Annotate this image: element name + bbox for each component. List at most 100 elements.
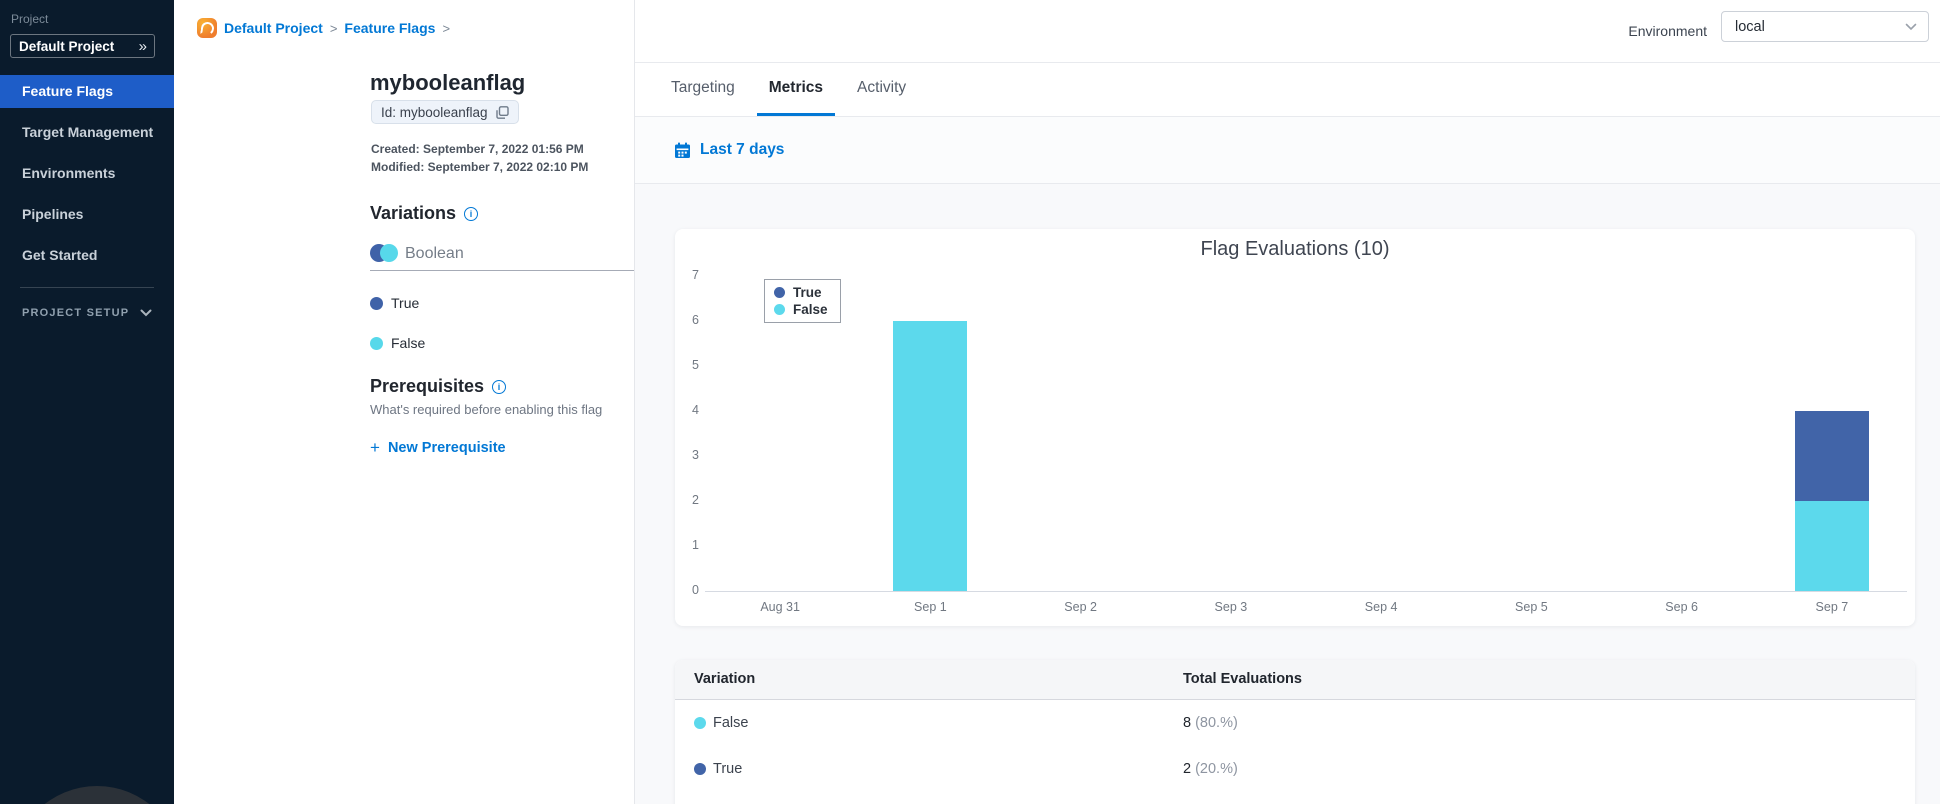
sidebar: Project Default Project » Feature Flags T… (0, 0, 174, 804)
resource-center-widget[interactable] (12, 786, 174, 804)
table-row-false: False 8 (80.%) (675, 700, 1915, 746)
calendar-icon (675, 142, 690, 158)
y-axis-tick-6: 6 (692, 313, 699, 327)
modified-timestamp: Modified: September 7, 2022 02:10 PM (371, 160, 589, 174)
variation-color-dot (370, 336, 383, 350)
table-cell-variation: False (713, 715, 749, 731)
variation-type-label: Boolean (405, 244, 464, 262)
x-axis-label-sep-7: Sep 7 (1815, 600, 1849, 614)
y-axis-tick-2: 2 (692, 493, 699, 507)
x-axis-label-aug-31: Aug 31 (760, 600, 800, 614)
sidebar-divider (20, 287, 154, 288)
environment-panel: Environment local Targeting Metrics Activi… (634, 0, 1940, 804)
y-axis-tick-5: 5 (692, 358, 699, 372)
flag-title: mybooleanflag (370, 70, 526, 95)
breadcrumb: Default Project > Feature Flags > (197, 18, 450, 38)
x-axis-label-sep-4: Sep 4 (1364, 600, 1398, 614)
breadcrumb-link-feature-flags[interactable]: Feature Flags (344, 20, 435, 36)
table-row-true: True 2 (20.%) (675, 746, 1915, 792)
table-cell-total: 8 (80.%) (1183, 700, 1238, 746)
environment-value: local (1735, 18, 1765, 35)
feature-flags-logo-icon (197, 18, 217, 38)
x-axis-label-sep-3: Sep 3 (1214, 600, 1248, 614)
info-icon[interactable]: i (492, 379, 507, 394)
bar-sep-7-true[interactable] (1794, 411, 1869, 501)
date-range-label: Last 7 days (700, 141, 785, 158)
environment-header-row: Environment local (635, 0, 1940, 63)
double-chevron-icon: » (138, 37, 147, 55)
table-cell-total: 2 (20.%) (1183, 746, 1238, 792)
copy-icon[interactable] (495, 105, 509, 119)
date-range-button[interactable]: Last 7 days (635, 117, 1940, 184)
variations-section-header: Variations i (370, 203, 479, 224)
environment-label: Environment (1628, 23, 1707, 39)
project-label: Project (11, 12, 49, 26)
column-header-total-evaluations: Total Evaluations (1183, 671, 1302, 687)
flag-id-chip: Id: mybooleanflag (371, 100, 519, 124)
info-icon[interactable]: i (464, 206, 479, 221)
breadcrumb-separator: > (442, 20, 451, 36)
sidebar-item-get-started[interactable]: Get Started (0, 239, 174, 272)
legend-dot-true (774, 287, 785, 298)
project-switcher[interactable]: Default Project » (10, 34, 155, 58)
table-header-row: Variation Total Evaluations (675, 660, 1915, 700)
chart-title: Flag Evaluations (10) (1200, 238, 1390, 260)
x-axis-label-sep-6: Sep 6 (1665, 600, 1698, 614)
variation-color-dot (694, 717, 706, 729)
sidebar-item-environments[interactable]: Environments (0, 157, 174, 190)
sidebar-section-project-setup[interactable]: PROJECT SETUP (22, 307, 152, 319)
chevron-down-icon (140, 309, 152, 317)
app-root: Project Default Project » Feature Flags T… (0, 0, 1940, 804)
legend-entry-true: True (774, 285, 828, 300)
total-percent: (20.%) (1195, 761, 1238, 777)
metrics-content: Flag Evaluations (10) 0 1 2 3 4 5 6 7 Aug 31 Sep … (635, 184, 1940, 804)
new-prerequisite-label: New Prerequisite (387, 440, 506, 456)
column-header-variation: Variation (694, 671, 756, 687)
legend-label: True (793, 285, 822, 300)
project-name: Default Project (19, 38, 115, 54)
boolean-type-icon (370, 244, 400, 263)
project-setup-label: PROJECT SETUP (22, 307, 130, 319)
prerequisites-heading: Prerequisites (370, 376, 485, 396)
table-body: False 8 (80.%) True 2 (20.%) (675, 700, 1915, 792)
environment-select[interactable]: local (1721, 11, 1929, 42)
total-count: 8 (1183, 715, 1196, 731)
variation-name: True (391, 295, 420, 311)
flag-detail-panel: Default Project > Feature Flags > myboolean… (174, 0, 784, 804)
plus-icon: + (370, 438, 380, 457)
bar-sep-1-false[interactable] (893, 321, 968, 591)
flag-evaluations-chart-card: Flag Evaluations (10) 0 1 2 3 4 5 6 7 Aug 31 Sep … (675, 229, 1915, 626)
chevron-down-icon (1905, 23, 1917, 30)
breadcrumb-link-default-project[interactable]: Default Project (224, 20, 323, 36)
total-count: 2 (1183, 761, 1196, 777)
bar-sep-7-false[interactable] (1794, 501, 1869, 591)
x-axis-label-sep-1: Sep 1 (914, 600, 947, 614)
sidebar-item-pipelines[interactable]: Pipelines (0, 198, 174, 231)
breadcrumb-separator: > (329, 20, 338, 36)
variation-color-dot (370, 296, 383, 310)
chart-plot-area: 0 1 2 3 4 5 6 7 Aug 31 Sep 1 Sep 2 Sep 3 Sep 4 Sep 5 S… (692, 268, 1907, 614)
legend-entry-false: False (774, 302, 828, 317)
evaluations-table-card: Variation Total Evaluations False 8 (80.%… (675, 660, 1915, 804)
new-prerequisite-button[interactable]: + New Prerequisite (370, 438, 506, 457)
table-cell-variation: True (713, 761, 743, 777)
variations-heading: Variations (370, 203, 457, 223)
created-timestamp: Created: September 7, 2022 01:56 PM (371, 142, 584, 156)
tab-targeting[interactable]: Targeting (659, 63, 747, 116)
legend-label: False (793, 302, 828, 317)
tab-activity[interactable]: Activity (845, 63, 918, 116)
y-axis-tick-4: 4 (692, 403, 699, 417)
flag-tabs: Targeting Metrics Activity (635, 63, 1940, 117)
prerequisites-subtitle: What's required before enabling this fla… (370, 402, 603, 417)
y-axis-tick-1: 1 (692, 538, 699, 552)
x-axis-label-sep-2: Sep 2 (1064, 600, 1097, 614)
flag-id-text: Id: mybooleanflag (381, 104, 488, 120)
x-axis-label-sep-5: Sep 5 (1515, 600, 1548, 614)
legend-dot-false (774, 304, 785, 315)
y-axis-tick-0: 0 (692, 583, 699, 597)
prerequisites-section-header: Prerequisites i (370, 376, 507, 397)
sidebar-item-target-management[interactable]: Target Management (0, 116, 174, 149)
chart-legend: True False (764, 279, 841, 323)
sidebar-item-feature-flags[interactable]: Feature Flags (0, 75, 174, 108)
tab-metrics[interactable]: Metrics (756, 63, 836, 116)
